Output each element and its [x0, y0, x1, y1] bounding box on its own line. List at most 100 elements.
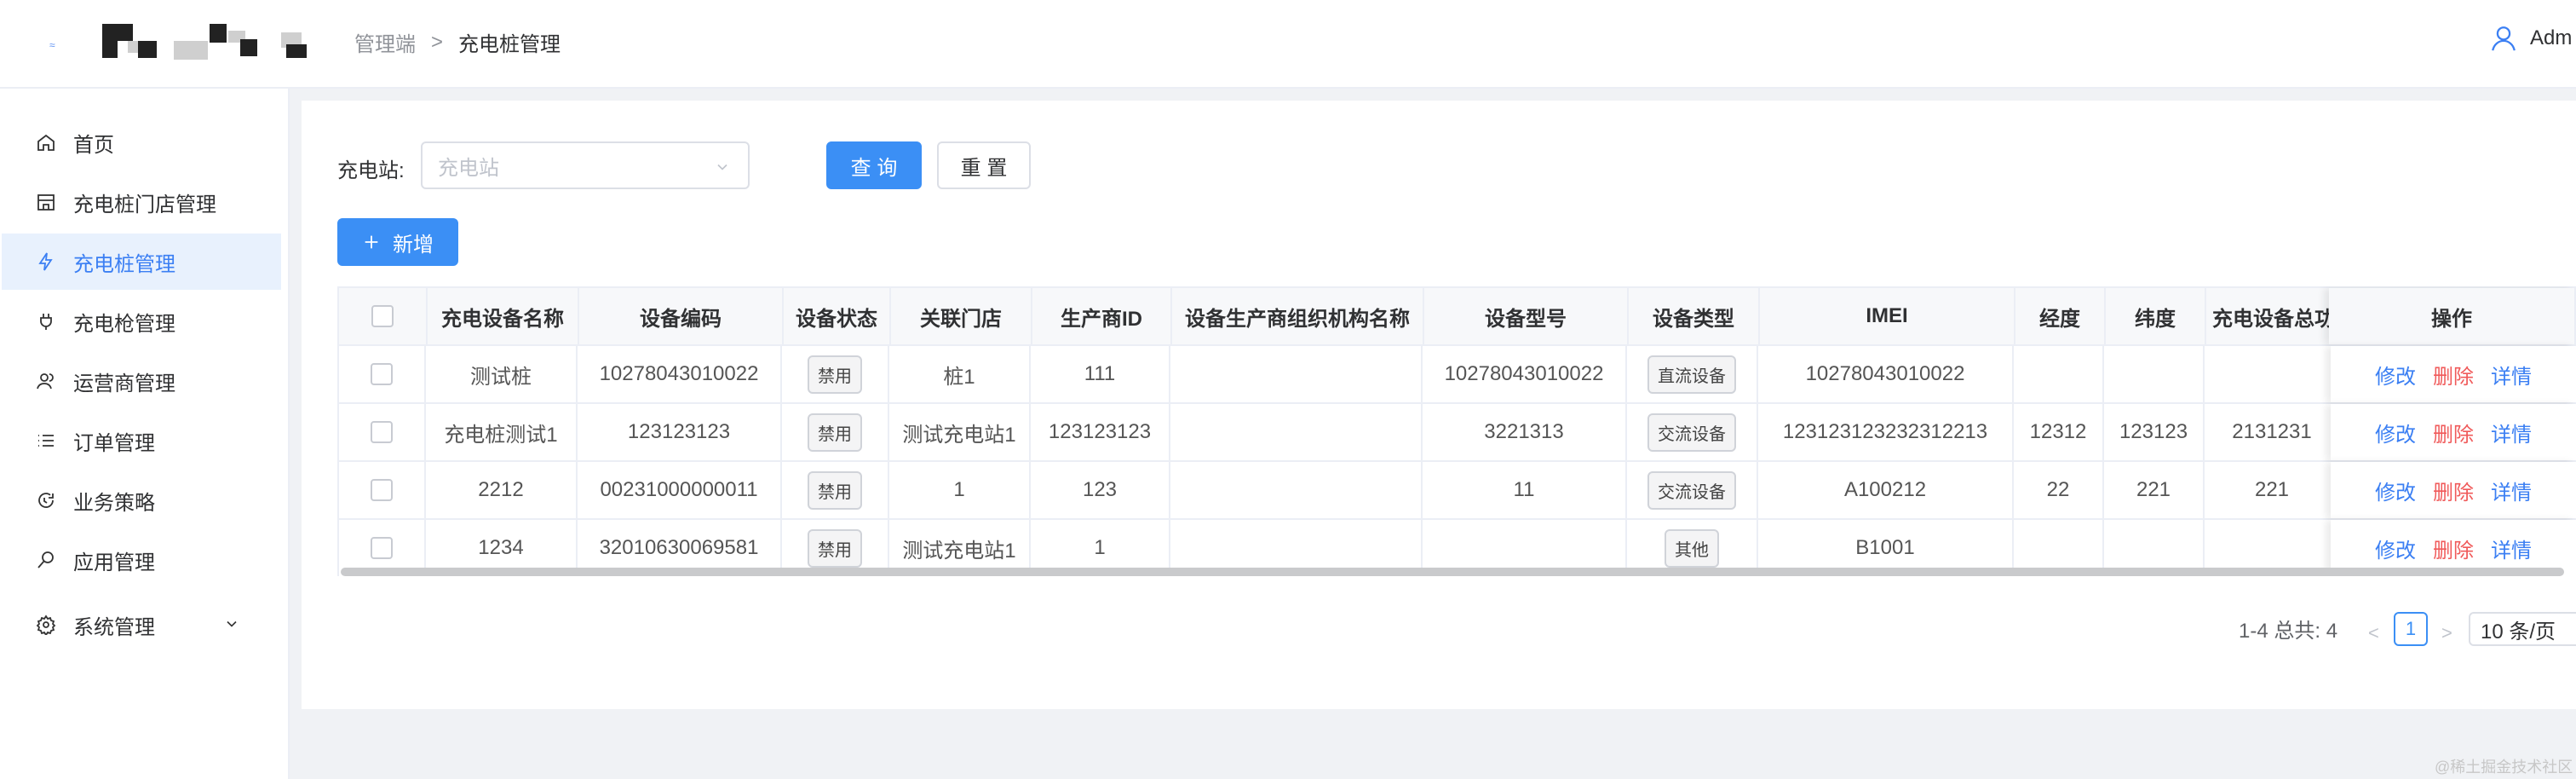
sidebar-item-system[interactable]: 系统管理	[2, 597, 281, 653]
detail-link[interactable]: 详情	[2491, 476, 2532, 505]
delete-link[interactable]: 删除	[2433, 476, 2474, 505]
column-header[interactable]: 设备状态	[784, 288, 891, 344]
user-menu[interactable]: Adm	[2489, 24, 2572, 53]
list-icon	[38, 435, 54, 447]
sidebar-item-apps[interactable]: 应用管理	[2, 532, 281, 588]
table-cell	[2104, 346, 2205, 402]
table-cell: 123	[1031, 462, 1170, 518]
row-checkbox[interactable]	[371, 537, 393, 559]
row-checkbox[interactable]	[371, 421, 393, 443]
table-row: 测试桩 10278043010022 禁用 桩1 111 10278043010…	[337, 346, 2576, 404]
breadcrumb-root[interactable]: 管理端	[354, 27, 416, 57]
chevron-down-icon	[717, 164, 727, 170]
station-select-placeholder: 充电站	[438, 156, 499, 180]
delete-link[interactable]: 删除	[2433, 534, 2474, 563]
type-cell: 交流设备	[1627, 404, 1758, 460]
table-cell: 12312	[2014, 404, 2104, 460]
table-cell: 2131231	[2205, 404, 2341, 460]
station-select[interactable]: 充电站	[421, 141, 750, 189]
table-cell: 22	[2014, 462, 2104, 518]
column-header[interactable]: 充电设备名称	[428, 288, 579, 344]
status-cell: 禁用	[782, 404, 889, 460]
sidebar-item-guns[interactable]: 充电枪管理	[2, 293, 281, 349]
table-cell	[2205, 346, 2341, 402]
breadcrumb-current: 充电桩管理	[458, 33, 561, 56]
column-header[interactable]: IMEI	[1760, 288, 2015, 344]
sidebar-item-label: 运营商管理	[73, 372, 175, 395]
sidebar-item-label: 充电枪管理	[73, 312, 175, 336]
sidebar: 首页 充电桩门店管理 充电桩管理 充电枪管理 运营商管理 订单管理 业务策略 应…	[0, 89, 290, 779]
detail-link[interactable]: 详情	[2491, 360, 2532, 390]
reset-button[interactable]: 重 置	[937, 141, 1031, 189]
charger-table: 充电设备名称 设备编码 设备状态 关联门店 生产商ID 设备生产商组织机构名称 …	[337, 286, 2576, 576]
logo-mark: ≈	[49, 39, 55, 51]
chevron-down-icon[interactable]	[223, 615, 240, 632]
sidebar-item-stores[interactable]: 充电桩门店管理	[2, 174, 281, 230]
edit-link[interactable]: 修改	[2375, 360, 2416, 390]
table-cell: 11	[1423, 462, 1627, 518]
main-panel: 充电站: 充电站 查 询 重 置 新增 充电设备名称 设备编码 设备状态 关联门…	[302, 101, 2576, 709]
delete-link[interactable]: 删除	[2433, 418, 2474, 447]
column-header[interactable]: 设备编码	[579, 288, 784, 344]
table-cell: 123123123	[1031, 404, 1170, 460]
add-button[interactable]: 新增	[337, 218, 458, 266]
query-button[interactable]: 查 询	[826, 141, 922, 189]
row-actions: 修改 删除 详情	[2331, 346, 2576, 402]
watermark: @稀土掘金技术社区	[2435, 759, 2573, 776]
table-horizontal-scrollbar[interactable]	[341, 568, 2564, 576]
column-header[interactable]: 生产商ID	[1032, 288, 1172, 344]
table-cell: 测试充电站1	[889, 404, 1031, 460]
status-tag: 禁用	[808, 413, 862, 452]
status-cell: 禁用	[782, 346, 889, 402]
table-cell: 测试桩	[426, 346, 578, 402]
table-cell: 充电桩测试1	[426, 404, 578, 460]
status-cell: 禁用	[782, 462, 889, 518]
breadcrumb-separator: >	[431, 30, 444, 54]
column-header[interactable]: 经度	[2015, 288, 2106, 344]
sidebar-item-operators[interactable]: 运营商管理	[2, 353, 281, 409]
page-size-select[interactable]: 10 条/页	[2469, 612, 2576, 646]
table-cell: 3221313	[1423, 404, 1627, 460]
user-icon	[2492, 26, 2516, 51]
gear-icon	[36, 615, 56, 635]
column-header[interactable]: 纬度	[2106, 288, 2206, 344]
select-all-checkbox[interactable]	[371, 305, 394, 327]
type-tag: 直流设备	[1647, 355, 1736, 394]
next-page-icon[interactable]: >	[2441, 622, 2452, 644]
column-header[interactable]: 设备生产商组织机构名称	[1172, 288, 1424, 344]
type-tag: 交流设备	[1647, 470, 1736, 510]
column-header[interactable]: 设备型号	[1424, 288, 1629, 344]
table-cell: 123123123	[578, 404, 782, 460]
edit-link[interactable]: 修改	[2375, 476, 2416, 505]
type-tag: 交流设备	[1647, 413, 1736, 452]
sidebar-item-strategy[interactable]: 业务策略	[2, 472, 281, 528]
sidebar-item-label: 充电桩门店管理	[73, 193, 216, 216]
sidebar-item-orders[interactable]: 订单管理	[2, 413, 281, 469]
row-checkbox[interactable]	[371, 479, 393, 501]
station-filter-label: 充电站:	[337, 159, 405, 182]
table-cell	[1170, 346, 1423, 402]
detail-link[interactable]: 详情	[2491, 418, 2532, 447]
row-checkbox[interactable]	[371, 363, 393, 385]
store-icon	[37, 194, 55, 211]
column-header[interactable]: 充电设备总功	[2206, 288, 2343, 344]
ops-header-label: 操作	[2431, 307, 2472, 331]
row-actions: 修改 删除 详情	[2331, 462, 2576, 518]
current-page-button[interactable]: 1	[2394, 612, 2428, 646]
sidebar-item-home[interactable]: 首页	[2, 114, 281, 170]
edit-link[interactable]: 修改	[2375, 534, 2416, 563]
plug-icon	[40, 314, 52, 330]
edit-link[interactable]: 修改	[2375, 418, 2416, 447]
column-header[interactable]: 设备类型	[1629, 288, 1760, 344]
sidebar-item-label: 充电桩管理	[73, 252, 175, 276]
sidebar-item-chargers[interactable]: 充电桩管理	[2, 234, 281, 290]
table-cell: 桩1	[889, 346, 1031, 402]
table-header: 充电设备名称 设备编码 设备状态 关联门店 生产商ID 设备生产商组织机构名称 …	[337, 286, 2576, 346]
prev-page-icon[interactable]: <	[2368, 622, 2379, 644]
detail-link[interactable]: 详情	[2491, 534, 2532, 563]
column-header[interactable]: 关联门店	[891, 288, 1032, 344]
delete-link[interactable]: 删除	[2433, 360, 2474, 390]
plus-icon	[365, 235, 378, 249]
sidebar-item-label: 订单管理	[73, 431, 155, 455]
table-cell: 221	[2104, 462, 2205, 518]
